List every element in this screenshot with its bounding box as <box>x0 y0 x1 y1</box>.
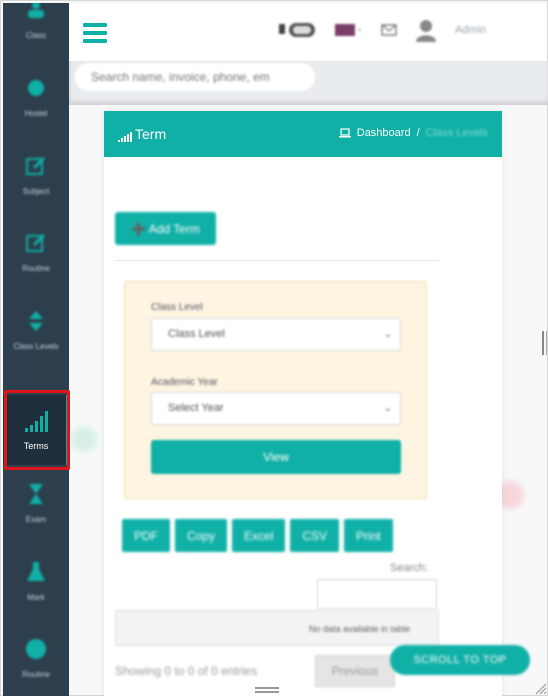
mail-icon[interactable] <box>381 23 397 37</box>
background-decoration <box>71 426 97 452</box>
sidebar-item-terms[interactable]: Terms <box>3 395 69 465</box>
scroll-to-top-button[interactable]: SCROLL TO TOP <box>390 645 530 675</box>
sidebar-item-label: Routine <box>22 264 50 273</box>
hamburger-menu-icon[interactable] <box>83 23 107 43</box>
sidebar-item-class[interactable]: Class <box>3 3 69 67</box>
pane-resize-handle[interactable] <box>542 331 547 355</box>
corner-resize-grip-icon[interactable] <box>533 681 547 695</box>
bottom-resize-grip[interactable] <box>255 687 279 693</box>
header-actions: Admin <box>275 18 486 42</box>
app-window: Class Hostel Subject Routine Class Level… <box>0 0 548 696</box>
table-search-label: Search: <box>390 562 428 574</box>
hostel-icon <box>23 75 49 101</box>
term-card: Term Dashboard / Class Levels ➕ Add Term… <box>104 111 502 696</box>
sidebar-item-mark[interactable]: Mark <box>3 559 69 629</box>
global-search-input[interactable] <box>75 63 315 91</box>
sidebar-item-exam[interactable]: Exam <box>3 481 69 551</box>
sidebar-item-routine-2[interactable]: Routine <box>3 636 69 696</box>
sidebar-item-label: Mark <box>27 593 45 602</box>
view-button[interactable]: View <box>151 440 401 474</box>
page-title: Term <box>118 126 166 142</box>
sidebar-item-class-levels[interactable]: Class Levels <box>3 308 69 378</box>
notification-bell-icon[interactable] <box>275 20 317 40</box>
academic-year-value: Select Year <box>168 402 224 414</box>
export-pdf-button[interactable]: PDF <box>122 519 170 552</box>
top-header: Admin <box>69 3 547 61</box>
breadcrumb-dashboard[interactable]: Dashboard <box>357 127 411 139</box>
breadcrumb: Dashboard / Class Levels <box>338 127 488 139</box>
add-term-button[interactable]: ➕ Add Term <box>115 212 216 245</box>
admin-username[interactable]: Admin <box>455 24 486 36</box>
routine-icon <box>23 230 49 256</box>
export-buttons: PDF Copy Excel CSV Print <box>122 519 393 552</box>
signal-bars-icon <box>118 132 132 142</box>
export-print-button[interactable]: Print <box>344 519 393 552</box>
sidebar-item-routine[interactable]: Routine <box>3 230 69 300</box>
globe-icon <box>23 636 49 662</box>
user-avatar-icon[interactable] <box>415 18 437 42</box>
signal-bars-icon <box>23 409 49 435</box>
sidebar-item-label: Terms <box>23 441 49 451</box>
previous-page-button[interactable]: Previous <box>315 655 395 687</box>
sidebar-item-hostel[interactable]: Hostel <box>3 75 69 145</box>
chevron-down-icon: ⌄ <box>383 403 392 414</box>
breadcrumb-current: Class Levels <box>425 127 488 139</box>
class-level-label: Class Level <box>151 302 203 313</box>
active-indicator <box>66 395 69 465</box>
class-level-value: Class Level <box>168 328 225 340</box>
sidebar: Class Hostel Subject Routine Class Level… <box>3 3 69 696</box>
export-csv-button[interactable]: CSV <box>290 519 340 552</box>
sidebar-item-label: Exam <box>25 515 47 524</box>
academic-year-select[interactable]: Select Year ⌄ <box>151 392 401 425</box>
sidebar-item-label: Class Levels <box>13 342 59 351</box>
pagination-info: Showing 0 to 0 of 0 entries <box>115 664 258 678</box>
sidebar-item-label: Routine <box>22 670 50 679</box>
export-excel-button[interactable]: Excel <box>232 519 286 552</box>
breadcrumb-separator: / <box>416 127 420 139</box>
flask-icon <box>23 559 49 585</box>
class-icon <box>23 3 49 23</box>
empty-table-row: No data available in table <box>115 610 439 646</box>
page-title-text: Term <box>135 126 167 142</box>
filter-panel: Class Level Class Level ⌄ Academic Year … <box>124 281 427 499</box>
subject-icon <box>23 153 49 179</box>
add-term-label: Add Term <box>148 221 200 236</box>
sidebar-item-label: Class <box>25 31 46 40</box>
hourglass-icon <box>23 481 49 507</box>
academic-year-label: Academic Year <box>151 377 218 388</box>
divider <box>115 260 439 261</box>
card-header: Term Dashboard / Class Levels <box>104 111 502 157</box>
laptop-icon <box>338 128 351 138</box>
language-flag-icon[interactable] <box>335 22 363 38</box>
class-levels-icon <box>23 308 49 334</box>
export-copy-button[interactable]: Copy <box>175 519 228 552</box>
chevron-down-icon: ⌄ <box>383 329 392 340</box>
search-bar <box>69 61 548 105</box>
class-level-select[interactable]: Class Level ⌄ <box>151 318 401 351</box>
table-search-input[interactable] <box>317 579 437 609</box>
sidebar-item-label: Subject <box>22 187 50 196</box>
sidebar-item-label: Hostel <box>24 109 48 118</box>
sidebar-item-subject[interactable]: Subject <box>3 153 69 223</box>
